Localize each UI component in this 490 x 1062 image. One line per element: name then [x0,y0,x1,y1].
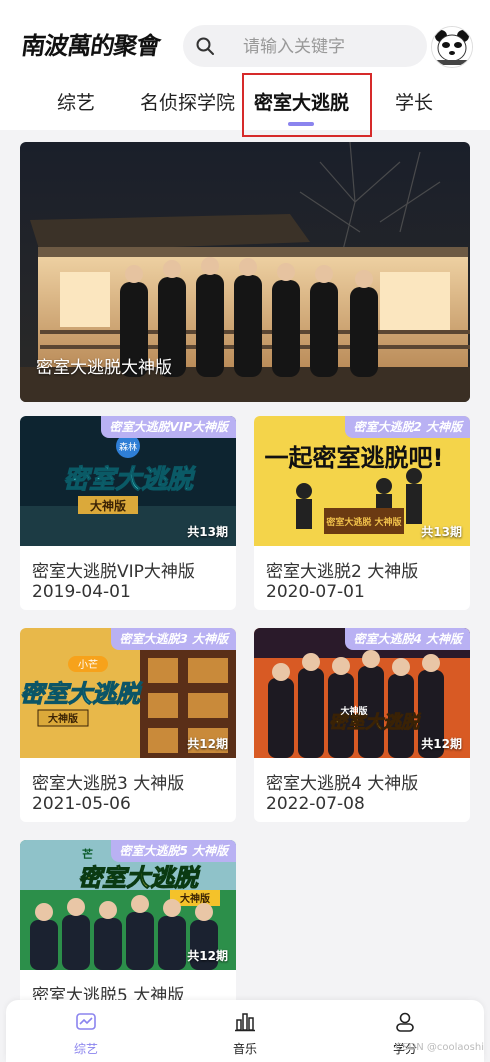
card-date: 2021-05-06 [32,794,131,814]
tabbar-label: 音乐 [232,1042,257,1056]
tabbar-label: 综艺 [73,1042,98,1056]
tabbar-item-music[interactable]: 音乐 [205,1000,285,1062]
card-date: 2020-07-01 [266,582,365,602]
card-overlay-title: 密室大逃脱 [78,864,201,892]
tabbar-item-variety[interactable]: 综艺 [46,1000,126,1062]
app-logo: 南波萬的聚會 [19,31,162,60]
card-thumbnail: 一起密室逃脱吧! 密室大逃脱 大神版 密室大逃脱2 大神版 共13期 [254,416,470,546]
card-badge: 密室大逃脱VIP大神版 [101,416,236,438]
card-overlay-subtitle: 密室大逃脱 大神版 [325,516,401,528]
card-title: 密室大逃脱4 大神版 [266,774,419,794]
card-badge: 密室大逃脱4 大神版 [345,628,470,650]
search-bar[interactable] [183,25,427,67]
episode-count: 共12期 [187,949,228,963]
card-badge: 密室大逃脱3 大神版 [111,628,236,650]
top-header: 南波萬的聚會 综艺 名侦探学院 密室大逃脱 学长 [0,0,490,137]
card-tag: 森林 [119,441,137,453]
card-date: 2019-04-01 [32,582,131,602]
annotation-highlight-box [242,73,372,137]
card-thumbnail: 芒 密室大逃脱 大神版 密室大逃脱5 大神版 共12期 [20,840,236,970]
card-badge: 密室大逃脱5 大神版 [111,840,236,862]
search-icon [196,37,214,55]
watermark: CSDN @coolaoshi [395,1042,484,1053]
card-date: 2022-07-08 [266,794,365,814]
featured-banner[interactable]: 密室大逃脱大神版 [20,142,470,402]
episode-count: 共12期 [187,737,228,751]
episode-count: 共12期 [421,737,462,751]
bars-icon [235,1013,255,1032]
card-thumbnail: 密室大逃脱 大神版 密室大逃脱4 大神版 共12期 [254,628,470,758]
card-overlay-title: 密室大逃脱 [63,465,196,495]
show-card[interactable]: 一起密室逃脱吧! 密室大逃脱 大神版 密室大逃脱2 大神版 共13期 密室大逃脱… [254,416,470,610]
chart-icon [76,1013,96,1030]
card-title: 密室大逃脱3 大神版 [32,774,185,794]
episode-count: 共13期 [421,525,462,539]
card-overlay-subtitle: 大神版 [90,498,126,513]
tab-variety[interactable]: 综艺 [57,88,95,115]
avatar[interactable] [431,26,473,68]
episode-count: 共13期 [187,525,228,539]
search-input[interactable] [241,31,423,63]
tab-senior[interactable]: 学长 [395,88,433,115]
card-thumbnail: 森林 密室大逃脱 大神版 密室大逃脱VIP大神版 共13期 [20,416,236,546]
banner-title: 密室大逃脱大神版 [36,358,172,378]
card-badge: 密室大逃脱2 大神版 [345,416,470,438]
tab-detective-college[interactable]: 名侦探学院 [140,88,235,115]
show-card[interactable]: 密室大逃脱 大神版 密室大逃脱4 大神版 共12期 密室大逃脱4 大神版 202… [254,628,470,822]
card-overlay-title: 一起密室逃脱吧! [265,444,444,472]
card-overlay-title: 密室大逃脱 [20,680,143,708]
card-tag: 芒 [82,847,93,861]
show-card[interactable]: 森林 密室大逃脱 大神版 密室大逃脱VIP大神版 共13期 密室大逃脱VIP大神… [20,416,236,610]
card-title: 密室大逃脱2 大神版 [266,562,419,582]
card-thumbnail: 小芒 密室大逃脱 大神版 密室大逃脱3 大神版 共12期 [20,628,236,758]
show-card[interactable]: 小芒 密室大逃脱 大神版 密室大逃脱3 大神版 共12期 密室大逃脱3 大神版 … [20,628,236,822]
card-title: 密室大逃脱VIP大神版 [32,562,195,582]
card-tag: 小芒 [78,658,98,671]
card-overlay-subtitle: 大神版 [180,892,210,905]
user-icon [396,1012,414,1032]
card-overlay-subtitle: 大神版 [48,712,78,725]
card-overlay-subtitle: 大神版 [340,705,367,717]
panda-face-icon [432,27,472,67]
